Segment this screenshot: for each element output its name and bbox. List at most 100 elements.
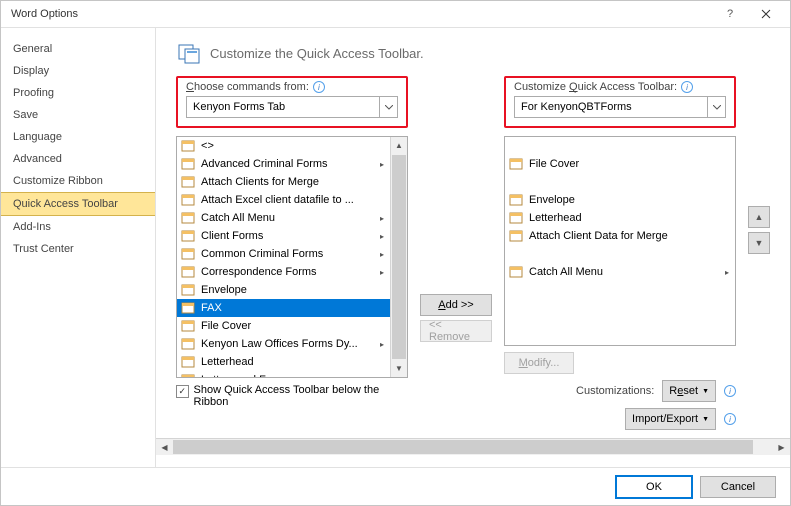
list-item[interactable]: <> [177, 137, 390, 155]
list-item[interactable]: FAX [177, 299, 390, 317]
sidebar-item-qat[interactable]: Quick Access Toolbar [1, 192, 155, 216]
sidebar-item-save[interactable]: Save [1, 104, 155, 126]
sidebar-item-language[interactable]: Language [1, 126, 155, 148]
show-qat-below-ribbon-row[interactable]: ✓ Show Quick Access Toolbar below the Ri… [176, 384, 408, 408]
window-title: Word Options [11, 8, 712, 20]
item-icon [179, 319, 197, 333]
right-controls: Modify... Customizations: Reset▼ i Impor… [504, 352, 736, 430]
qat-listbox[interactable]: File Cover Envelope Letterhead Attach Clien… [504, 136, 736, 346]
list-item[interactable]: Letterhead [177, 353, 390, 371]
left-column: Choose commands from: i Kenyon Forms Tab… [176, 76, 408, 430]
info-icon[interactable]: i [724, 413, 736, 425]
list-item[interactable]: Correspondence Forms▸ [177, 263, 390, 281]
scroll-down-icon[interactable]: ▼ [391, 360, 407, 377]
cancel-button[interactable]: Cancel [700, 476, 776, 498]
list-item[interactable]: Catch All Menu▸ [177, 209, 390, 227]
choose-commands-value: Kenyon Forms Tab [187, 101, 379, 113]
list-item[interactable]: Kenyon Law Offices Forms Dy...▸ [177, 335, 390, 353]
item-text: Common Criminal Forms [197, 248, 378, 260]
panel-header-text: Customize the Quick Access Toolbar. [210, 46, 424, 61]
info-icon[interactable]: i [724, 385, 736, 397]
move-down-button[interactable]: ▼ [748, 232, 770, 254]
list-item[interactable] [505, 245, 735, 263]
help-button[interactable]: ? [712, 2, 748, 26]
list-item[interactable]: Common Criminal Forms▸ [177, 245, 390, 263]
panel-header: Customize the Quick Access Toolbar. [176, 40, 770, 66]
customizations-label: Customizations: [576, 385, 654, 397]
checkbox-label: Show Quick Access Toolbar below the Ribb… [194, 384, 408, 408]
expand-icon: ▸ [378, 250, 390, 259]
item-icon [179, 373, 197, 377]
horizontal-scrollbar[interactable]: ◀ ▶ [156, 438, 790, 455]
titlebar: Word Options ? [1, 1, 790, 28]
import-export-button[interactable]: Import/Export▼ [625, 408, 716, 430]
remove-button[interactable]: << Remove [420, 320, 492, 342]
close-icon [761, 9, 771, 19]
item-text: Kenyon Law Offices Forms Dy... [197, 338, 378, 350]
list-item[interactable]: Attach Client Data for Merge [505, 227, 735, 245]
close-button[interactable] [748, 2, 784, 26]
list-item[interactable] [505, 137, 735, 155]
item-icon [179, 229, 197, 243]
item-text: Advanced Criminal Forms [197, 158, 378, 170]
item-text: Letters and Faxes [197, 374, 378, 377]
list-item[interactable]: Client Forms▸ [177, 227, 390, 245]
item-text: Envelope [197, 284, 378, 296]
reset-button[interactable]: Reset▼ [662, 380, 716, 402]
choose-commands-highlight: Choose commands from: i Kenyon Forms Tab [176, 76, 408, 128]
list-item[interactable]: Advanced Criminal Forms▸ [177, 155, 390, 173]
move-up-button[interactable]: ▲ [748, 206, 770, 228]
scroll-left-icon[interactable]: ◀ [156, 439, 173, 455]
item-text: FAX [197, 302, 378, 314]
expand-icon: ▸ [723, 268, 735, 277]
list-item[interactable]: Envelope [177, 281, 390, 299]
list-item[interactable]: File Cover [177, 317, 390, 335]
modify-button[interactable]: Modify... [504, 352, 574, 374]
chevron-down-icon [379, 97, 397, 117]
list-item[interactable]: File Cover [505, 155, 735, 173]
sidebar-item-customize-ribbon[interactable]: Customize Ribbon [1, 170, 155, 192]
customize-qat-combo[interactable]: For KenyonQBTForms [514, 96, 726, 118]
list-item[interactable]: Envelope [505, 191, 735, 209]
item-text: Letterhead [197, 356, 378, 368]
item-text: Catch All Menu [525, 266, 723, 278]
expand-icon: ▸ [378, 376, 390, 378]
item-icon [179, 157, 197, 171]
sidebar-item-add-ins[interactable]: Add-Ins [1, 216, 155, 238]
sidebar-item-proofing[interactable]: Proofing [1, 82, 155, 104]
list-item[interactable]: Attach Clients for Merge [177, 173, 390, 191]
add-button[interactable]: AAdd >>dd >> [420, 294, 492, 316]
scroll-thumb[interactable] [392, 155, 406, 359]
info-icon[interactable]: i [313, 81, 325, 93]
ok-button[interactable]: OK [616, 476, 692, 498]
info-icon[interactable]: i [681, 81, 693, 93]
scrollbar[interactable]: ▲ ▼ [390, 137, 407, 377]
scroll-thumb[interactable] [173, 440, 753, 454]
scroll-right-icon[interactable]: ▶ [773, 439, 790, 455]
sidebar-item-general[interactable]: General [1, 38, 155, 60]
sidebar-item-display[interactable]: Display [1, 60, 155, 82]
item-icon [179, 247, 197, 261]
list-item[interactable]: Attach Excel client datafile to ... [177, 191, 390, 209]
main-panel: Customize the Quick Access Toolbar. Choo… [156, 28, 790, 467]
item-icon [179, 139, 197, 153]
sidebar: General Display Proofing Save Language A… [1, 28, 156, 467]
list-item[interactable]: Letterhead [505, 209, 735, 227]
choose-commands-combo[interactable]: Kenyon Forms Tab [186, 96, 398, 118]
scroll-up-icon[interactable]: ▲ [391, 137, 407, 154]
list-item[interactable] [505, 173, 735, 191]
list-item[interactable]: Letters and Faxes▸ [177, 371, 390, 377]
item-icon [507, 265, 525, 279]
item-text: Letterhead [525, 212, 723, 224]
item-text: <> [197, 140, 378, 152]
commands-listbox[interactable]: <>Advanced Criminal Forms▸Attach Clients… [176, 136, 408, 378]
checkbox-icon[interactable]: ✓ [176, 385, 189, 398]
right-column: Customize Quick Access Toolbar: i For Ke… [504, 76, 736, 430]
list-item[interactable] [505, 281, 735, 299]
sidebar-item-trust-center[interactable]: Trust Center [1, 238, 155, 260]
item-text: File Cover [197, 320, 378, 332]
item-icon [179, 175, 197, 189]
sidebar-item-advanced[interactable]: Advanced [1, 148, 155, 170]
item-text: Catch All Menu [197, 212, 378, 224]
list-item[interactable]: Catch All Menu▸ [505, 263, 735, 281]
